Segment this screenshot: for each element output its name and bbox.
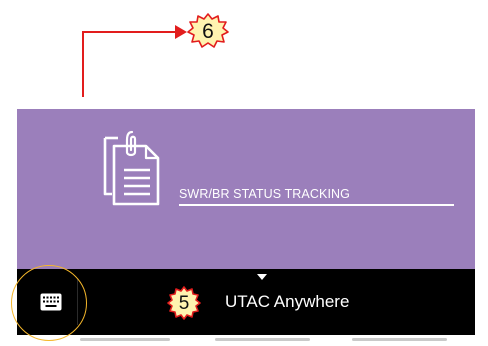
callout-6-leader-vertical [82, 31, 84, 97]
callout-6-badge: 6 [187, 13, 229, 49]
tile-label-underline [179, 204, 454, 206]
keyboard-icon [40, 293, 62, 311]
bottom-app-bar: 5 UTAC Anywhere [17, 269, 475, 335]
callout-6-arrowhead [175, 25, 187, 39]
keyboard-button[interactable] [25, 269, 77, 335]
callout-5-badge: 5 [167, 286, 201, 320]
page-indicator-segment [80, 338, 170, 341]
screenshot-stage: 6 SWR/BR STATUS TRACKING 5 UTAC Anywhere [0, 0, 488, 346]
page-indicator-segment [352, 338, 447, 341]
tile-label: SWR/BR STATUS TRACKING [179, 187, 350, 201]
callout-5-number: 5 [178, 292, 190, 314]
keyboard-divider [77, 279, 78, 325]
callout-6-leader-horizontal [82, 31, 180, 33]
page-indicator-segment [215, 338, 310, 341]
clipboard-document-icon [103, 130, 160, 206]
caret-down-icon[interactable] [257, 274, 267, 280]
app-tile-swr-br-status-tracking[interactable]: SWR/BR STATUS TRACKING [17, 109, 475, 269]
app-title: UTAC Anywhere [225, 292, 350, 311]
callout-6-number: 6 [202, 19, 214, 43]
page-indicator-bar [0, 338, 488, 342]
